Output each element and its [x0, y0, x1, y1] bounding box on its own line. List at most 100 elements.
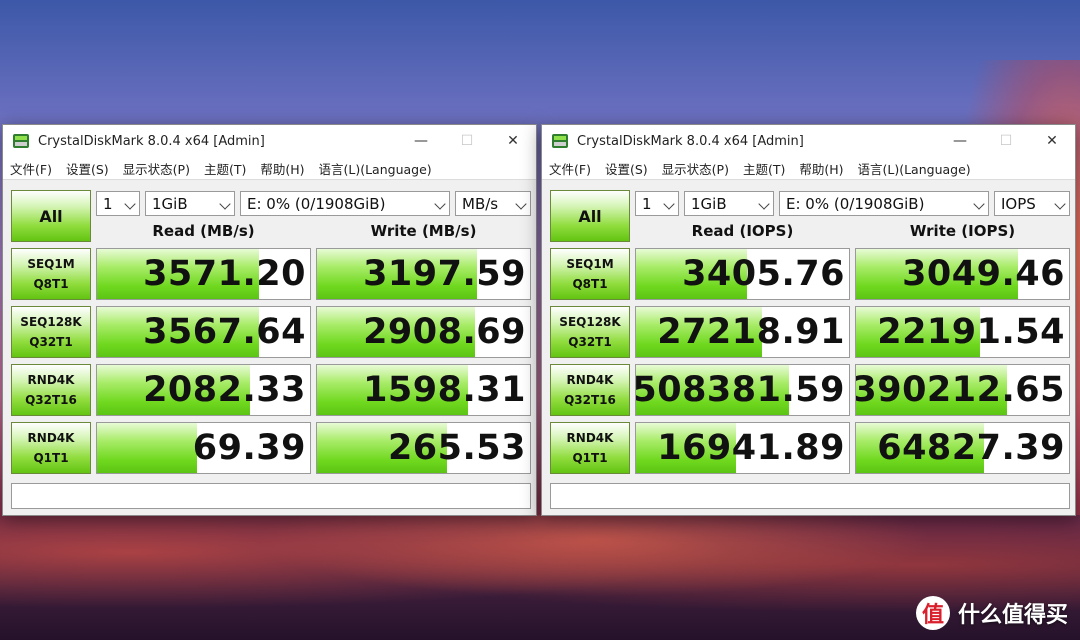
test-size-select[interactable]: 1GiB [684, 191, 774, 216]
menu-settings[interactable]: 设置(S) [598, 159, 655, 178]
result-value: 3197.59 [363, 254, 526, 294]
chevron-down-icon [973, 198, 985, 210]
read-result: 16941.89 [635, 422, 850, 474]
run-all-button[interactable]: All [11, 190, 91, 242]
menu-theme[interactable]: 主题(T) [197, 159, 253, 178]
test-seq1m-button[interactable]: SEQ1M Q8T1 [550, 248, 630, 300]
unit-select[interactable]: MB/s [455, 191, 531, 216]
test-name: SEQ128K [559, 315, 621, 329]
maximize-button[interactable]: ☐ [983, 125, 1029, 157]
window-title: CrystalDiskMark 8.0.4 x64 [Admin] [577, 133, 804, 149]
test-name: RND4K [566, 373, 614, 387]
test-name: SEQ1M [566, 257, 614, 271]
result-value: 508381.59 [635, 370, 845, 410]
result-value: 390212.65 [855, 370, 1065, 410]
result-value: 22191.54 [877, 312, 1065, 352]
test-size-value: 1GiB [691, 194, 727, 213]
read-result: 3405.76 [635, 248, 850, 300]
write-result: 1598.31 [316, 364, 531, 416]
menu-theme[interactable]: 主题(T) [736, 159, 792, 178]
test-count-value: 1 [103, 194, 113, 213]
read-result: 2082.33 [96, 364, 311, 416]
test-size-select[interactable]: 1GiB [145, 191, 235, 216]
unit-value: IOPS [1001, 194, 1036, 213]
write-result: 2908.69 [316, 306, 531, 358]
cdm-window-iops: CrystalDiskMark 8.0.4 x64 [Admin] — ☐ ✕ … [541, 124, 1076, 516]
unit-value: MB/s [462, 194, 499, 213]
test-name: RND4K [566, 431, 614, 445]
crystaldiskmark-app-icon [13, 134, 29, 148]
result-value: 69.39 [192, 428, 306, 468]
read-column-header: Read (MB/s) [152, 222, 255, 240]
read-column-header: Read (IOPS) [691, 222, 794, 240]
menu-file[interactable]: 文件(F) [3, 159, 59, 178]
test-name: RND4K [27, 431, 75, 445]
benchmark-panel: All 1 1GiB E: 0% (0/1908GiB) IOPS Read (… [542, 179, 1075, 515]
test-queue: Q8T1 [33, 277, 69, 291]
result-bar [97, 423, 198, 473]
menu-settings[interactable]: 设置(S) [59, 159, 116, 178]
menu-help[interactable]: 帮助(H) [792, 159, 850, 178]
drive-select[interactable]: E: 0% (0/1908GiB) [240, 191, 450, 216]
chevron-down-icon [663, 198, 675, 210]
test-seq128k-button[interactable]: SEQ128K Q32T1 [550, 306, 630, 358]
write-result: 3197.59 [316, 248, 531, 300]
result-value: 3405.76 [682, 254, 845, 294]
title-bar[interactable]: CrystalDiskMark 8.0.4 x64 [Admin] — ☐ ✕ [3, 125, 536, 157]
write-result: 64827.39 [855, 422, 1070, 474]
read-result: 508381.59 [635, 364, 850, 416]
test-count-select[interactable]: 1 [96, 191, 140, 216]
result-value: 27218.91 [657, 312, 845, 352]
menu-bar: 文件(F) 设置(S) 显示状态(P) 主题(T) 帮助(H) 语言(L)(La… [3, 157, 536, 179]
menu-help[interactable]: 帮助(H) [253, 159, 311, 178]
run-all-button[interactable]: All [550, 190, 630, 242]
watermark-logo: 值 [915, 596, 950, 630]
close-button[interactable]: ✕ [1029, 125, 1075, 157]
menu-file[interactable]: 文件(F) [542, 159, 598, 178]
title-bar[interactable]: CrystalDiskMark 8.0.4 x64 [Admin] — ☐ ✕ [542, 125, 1075, 157]
menu-bar: 文件(F) 设置(S) 显示状态(P) 主题(T) 帮助(H) 语言(L)(La… [542, 157, 1075, 179]
result-value: 16941.89 [657, 428, 845, 468]
test-rnd4k-q32t16-button[interactable]: RND4K Q32T16 [11, 364, 91, 416]
benchmark-panel: All 1 1GiB E: 0% (0/1908GiB) MB/s Read (… [3, 179, 536, 515]
menu-language[interactable]: 语言(L)(Language) [312, 159, 439, 178]
close-button[interactable]: ✕ [490, 125, 536, 157]
test-count-select[interactable]: 1 [635, 191, 679, 216]
test-seq128k-button[interactable]: SEQ128K Q32T1 [11, 306, 91, 358]
menu-profile[interactable]: 显示状态(P) [116, 159, 197, 178]
result-value: 2082.33 [143, 370, 306, 410]
result-value: 1598.31 [363, 370, 526, 410]
menu-profile[interactable]: 显示状态(P) [655, 159, 736, 178]
crystaldiskmark-app-icon [552, 134, 568, 148]
test-queue: Q32T1 [568, 335, 612, 349]
test-rnd4k-q1t1-button[interactable]: RND4K Q1T1 [550, 422, 630, 474]
chevron-down-icon [219, 198, 231, 210]
result-value: 3567.64 [143, 312, 306, 352]
chevron-down-icon [1054, 198, 1066, 210]
maximize-button[interactable]: ☐ [444, 125, 490, 157]
window-title: CrystalDiskMark 8.0.4 x64 [Admin] [38, 133, 265, 149]
read-result: 69.39 [96, 422, 311, 474]
write-column-header: Write (MB/s) [370, 222, 477, 240]
result-value: 265.53 [387, 428, 526, 468]
comment-input[interactable] [11, 483, 531, 509]
test-size-value: 1GiB [152, 194, 188, 213]
test-queue: Q8T1 [572, 277, 608, 291]
test-rnd4k-q1t1-button[interactable]: RND4K Q1T1 [11, 422, 91, 474]
cdm-window-mbs: CrystalDiskMark 8.0.4 x64 [Admin] — ☐ ✕ … [2, 124, 537, 516]
test-rnd4k-q32t16-button[interactable]: RND4K Q32T16 [550, 364, 630, 416]
unit-select[interactable]: IOPS [994, 191, 1070, 216]
write-result: 22191.54 [855, 306, 1070, 358]
minimize-button[interactable]: — [937, 125, 983, 157]
drive-select[interactable]: E: 0% (0/1908GiB) [779, 191, 989, 216]
test-count-value: 1 [642, 194, 652, 213]
test-queue: Q1T1 [572, 451, 608, 465]
comment-input[interactable] [550, 483, 1070, 509]
test-seq1m-button[interactable]: SEQ1M Q8T1 [11, 248, 91, 300]
minimize-button[interactable]: — [398, 125, 444, 157]
test-name: RND4K [27, 373, 75, 387]
test-name: SEQ128K [20, 315, 82, 329]
write-column-header: Write (IOPS) [909, 222, 1016, 240]
write-result: 3049.46 [855, 248, 1070, 300]
menu-language[interactable]: 语言(L)(Language) [851, 159, 978, 178]
